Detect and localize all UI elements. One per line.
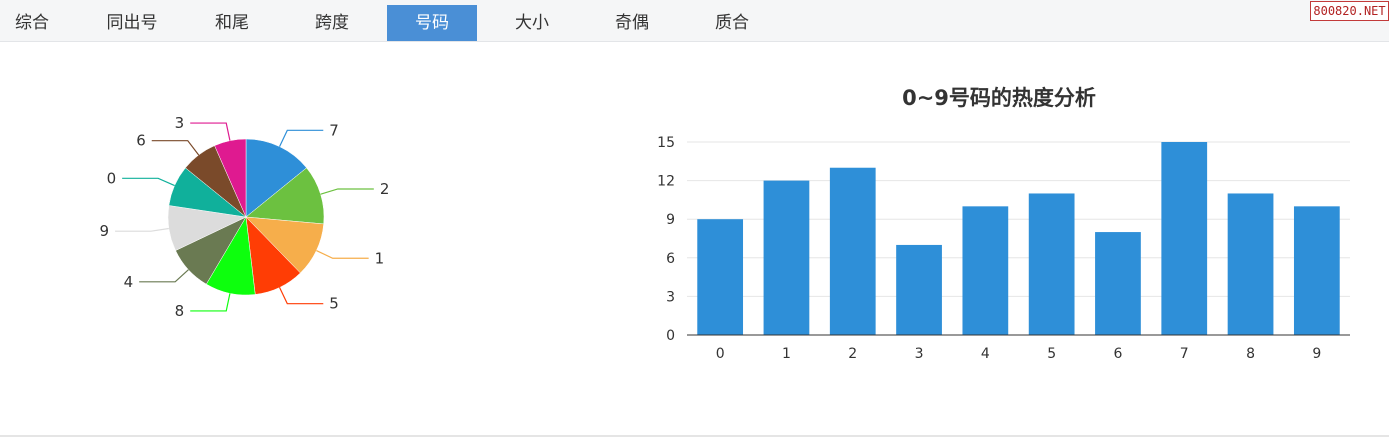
pie-chart: 7 2 1 5 8 4 9 0 6 3: [100, 114, 390, 320]
pie-label-9: 9: [100, 222, 110, 240]
pie-leader-line-8: [190, 293, 231, 312]
tab-big-small[interactable]: 大小: [496, 5, 568, 41]
x-tick-label-2: 2: [848, 346, 857, 362]
bar-2[interactable]: [829, 167, 876, 335]
bar-0[interactable]: [697, 219, 744, 335]
pie-label-8: 8: [175, 302, 185, 320]
y-tick-label-9: 9: [666, 212, 675, 228]
pie-leader-line-9: [115, 227, 169, 232]
site-watermark: 800820.NET: [1310, 1, 1389, 21]
bar-4[interactable]: [962, 206, 1009, 335]
x-tick-label-7: 7: [1180, 346, 1189, 362]
pie-label-1: 1: [375, 249, 385, 267]
bar-8[interactable]: [1227, 193, 1274, 335]
pie-label-0: 0: [107, 169, 117, 187]
x-tick-label-1: 1: [782, 346, 791, 362]
bar-3[interactable]: [896, 244, 942, 335]
x-tick-label-4: 4: [981, 346, 990, 362]
tab-sum-tail[interactable]: 和尾: [196, 5, 268, 41]
bar-1[interactable]: [763, 180, 810, 335]
pie-label-2: 2: [380, 180, 390, 198]
bar-5[interactable]: [1028, 193, 1075, 335]
y-tick-label-3: 3: [666, 289, 675, 305]
x-tick-label-0: 0: [716, 346, 725, 362]
x-tick-label-6: 6: [1113, 346, 1122, 362]
tab-overview[interactable]: 综合: [0, 5, 64, 41]
tab-bar: 综合 同出号 和尾 跨度 号码 大小 奇偶 质合: [0, 0, 1389, 42]
chart-title: 0~9号码的热度分析: [902, 86, 1096, 110]
pie-leader-line-3: [190, 122, 231, 141]
pie-leader-line-6: [151, 140, 200, 156]
y-tick-label-0: 0: [666, 328, 675, 344]
tab-same-numbers[interactable]: 同出号: [90, 5, 174, 41]
y-tick-label-6: 6: [666, 251, 675, 267]
pie-label-3: 3: [175, 114, 185, 132]
x-tick-label-9: 9: [1312, 346, 1321, 362]
bar-9[interactable]: [1293, 206, 1340, 335]
y-tick-label-15: 15: [657, 135, 675, 151]
tab-prime-composite[interactable]: 质合: [696, 5, 768, 41]
pie-label-6: 6: [136, 132, 146, 150]
x-tick-label-8: 8: [1246, 346, 1255, 362]
x-tick-label-5: 5: [1047, 346, 1056, 362]
bar-7[interactable]: [1161, 142, 1208, 335]
pie-label-5: 5: [329, 295, 339, 313]
y-tick-label-12: 12: [657, 174, 675, 190]
pie-leader-line-5: [279, 287, 324, 305]
bar-6[interactable]: [1095, 232, 1141, 335]
bar-chart: 0~9号码的热度分析 036912150 1 2 3 4 5 6 7 8 9: [657, 86, 1350, 362]
tab-odd-even[interactable]: 奇偶: [596, 5, 668, 41]
tab-span[interactable]: 跨度: [296, 5, 368, 41]
pie-leader-line-4: [139, 269, 189, 283]
pie-label-4: 4: [124, 273, 134, 291]
pie-leader-line-2: [320, 188, 374, 195]
x-tick-label-3: 3: [915, 346, 924, 362]
tab-numbers[interactable]: 号码: [387, 5, 477, 41]
pie-leader-line-1: [316, 250, 369, 259]
pie-leader-line-0: [122, 177, 175, 187]
pie-leader-line-7: [279, 129, 324, 147]
pie-label-7: 7: [329, 121, 339, 139]
